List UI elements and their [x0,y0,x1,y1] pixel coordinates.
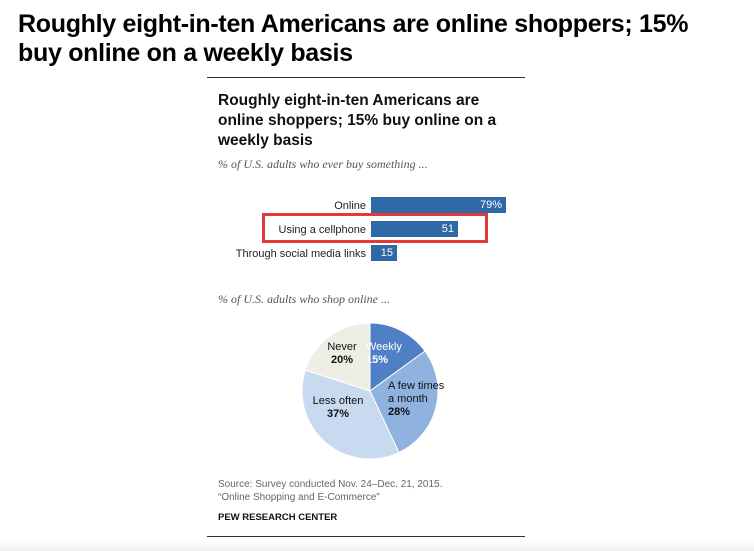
source-line-2: “Online Shopping and E-Commerce” [218,492,380,503]
bar-value-online: 79% [479,199,502,211]
pie-label-less-often-name: Less often [312,395,364,407]
pie-label-few-times-name: A few times a month [388,380,445,405]
pie-label-less-often-value: 37% [326,408,350,420]
bar-value-social-media: 15 [380,247,393,259]
pie-label-less-often: Less often 37% [300,395,376,421]
pie-label-never: Never 20% [318,341,366,367]
source-line-1: Source: Survey conducted Nov. 24–Dec. 21… [218,479,443,490]
pie-label-few-times: A few times a month 28% [388,380,448,419]
bottom-rule [207,536,525,537]
pie-label-few-times-value: 28% [388,406,411,418]
pie-label-weekly-value: 15% [366,354,389,366]
pie-label-weekly: Weekly 15% [366,341,416,367]
source-note: Source: Survey conducted Nov. 24–Dec. 21… [218,478,442,504]
pie-chart-subtitle: % of U.S. adults who shop online ... [218,292,391,306]
page-title: Roughly eight-in-ten Americans are onlin… [18,10,689,67]
highlight-box [262,213,488,243]
credit: PEW RESEARCH CENTER [218,512,338,523]
bar-label-social-media: Through social media links [235,248,366,260]
top-rule [207,77,525,78]
pie-label-never-name: Never [327,341,357,353]
figure-title: Roughly eight-in-ten Americans are onlin… [218,92,497,149]
pie-label-weekly-name: Weekly [366,341,402,353]
pie-label-never-value: 20% [330,354,354,366]
bar-label-online: Online [334,200,366,212]
page-bottom-shade [0,541,754,551]
bar-chart-subtitle: % of U.S. adults who ever buy something … [218,157,428,171]
